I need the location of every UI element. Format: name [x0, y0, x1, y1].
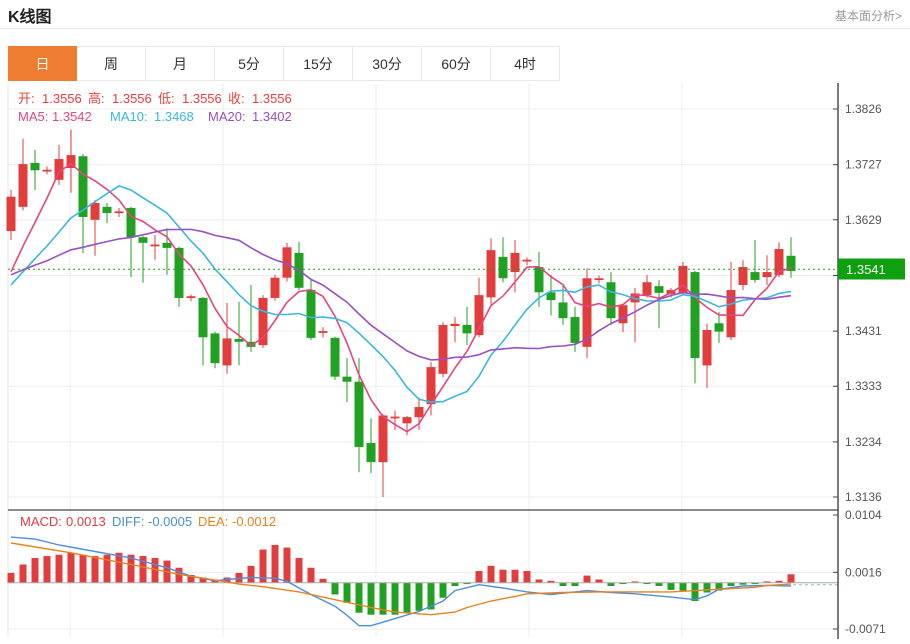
- ohlc-readout: 开: 1.3556 高: 1.3556 低: 1.3556 收: 1.3556: [18, 91, 292, 106]
- price-axis-label: 1.3136: [845, 490, 882, 504]
- tab-period-1[interactable]: 周: [77, 46, 146, 81]
- close-value: 1.3556: [252, 91, 292, 106]
- macd-axis-label: 0.0016: [845, 565, 882, 579]
- fundamental-analysis-link[interactable]: 基本面分析>: [835, 7, 902, 24]
- widget-header: K线图 基本面分析>: [0, 0, 910, 29]
- tab-period-0[interactable]: 日: [8, 46, 77, 81]
- macd-value: 0.0013: [66, 514, 106, 529]
- tab-period-3[interactable]: 5分: [215, 46, 284, 81]
- price-axis-label: 1.3431: [845, 324, 882, 338]
- tab-period-6[interactable]: 60分: [422, 46, 491, 81]
- dea-value: -0.0012: [232, 514, 276, 529]
- ma20-label: MA20:: [208, 109, 246, 124]
- price-axis-label: 1.3333: [845, 379, 882, 393]
- macd-axis-label: -0.0071: [845, 622, 886, 636]
- grid-layer: [8, 83, 838, 637]
- high-label: 高:: [88, 91, 105, 106]
- ma20-line: [11, 229, 791, 360]
- period-tab-bar: 日周月5分15分30分60分4时: [8, 46, 910, 83]
- kline-chart-svg: 1.38261.37271.36291.35301.34311.33331.32…: [0, 83, 910, 639]
- page-title: K线图: [8, 3, 52, 27]
- ma-readout: MA5: 1.3542 MA10: 1.3468 MA20: 1.3402: [18, 109, 292, 124]
- tab-period-7[interactable]: 4时: [491, 46, 560, 81]
- price-axis-label: 1.3826: [845, 102, 882, 116]
- macd-layer: [8, 537, 839, 626]
- close-label: 收:: [228, 91, 245, 106]
- ma20-value: 1.3402: [252, 109, 292, 124]
- current-price-badge: 1.3541: [838, 259, 905, 280]
- price-axis-label: 1.3234: [845, 435, 882, 449]
- price-axis-label: 1.3727: [845, 158, 882, 172]
- macd-axis-label: 0.0104: [845, 508, 882, 522]
- macd-label: MACD:: [20, 514, 62, 529]
- diff-label: DIFF:: [112, 514, 145, 529]
- low-label: 低:: [158, 91, 175, 106]
- tab-period-2[interactable]: 月: [146, 46, 215, 81]
- current-price-value: 1.3541: [846, 262, 886, 277]
- diff-value: -0.0005: [148, 514, 192, 529]
- ma5-value: 1.3542: [52, 109, 92, 124]
- macd-readout: MACD: 0.0013 DIFF: -0.0005 DEA: -0.0012: [20, 514, 276, 529]
- ma5-label: MA5:: [18, 109, 48, 124]
- kline-chart: 1.38261.37271.36291.35301.34311.33331.32…: [0, 83, 910, 639]
- high-value: 1.3556: [112, 91, 152, 106]
- ma10-value: 1.3468: [154, 109, 194, 124]
- tab-period-5[interactable]: 30分: [353, 46, 422, 81]
- price-axis-label: 1.3629: [845, 213, 882, 227]
- ma5-line: [11, 164, 791, 432]
- low-value: 1.3556: [182, 91, 222, 106]
- dea-label: DEA:: [198, 514, 228, 529]
- ma10-label: MA10:: [110, 109, 148, 124]
- open-value: 1.3556: [42, 91, 82, 106]
- tab-period-4[interactable]: 15分: [284, 46, 353, 81]
- open-label: 开:: [18, 91, 35, 106]
